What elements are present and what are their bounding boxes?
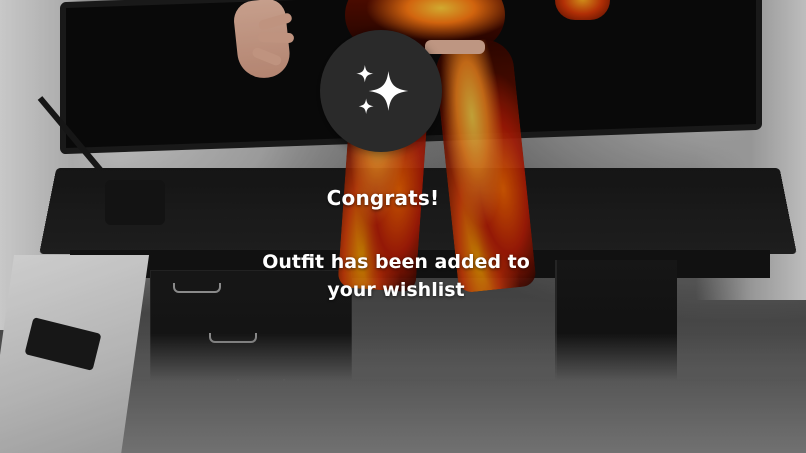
sparkle-badge bbox=[320, 30, 442, 152]
congrats-title: Congrats! bbox=[326, 186, 440, 210]
ar-camera-view: Congrats! Outfit has been added to your … bbox=[0, 0, 806, 453]
wishlist-message-line-1: Outfit has been added to bbox=[262, 251, 530, 273]
wishlist-message: Outfit has been added to your wishlist bbox=[0, 248, 792, 304]
wishlist-message-line-2: your wishlist bbox=[327, 279, 465, 301]
sparkles-icon bbox=[356, 64, 409, 114]
